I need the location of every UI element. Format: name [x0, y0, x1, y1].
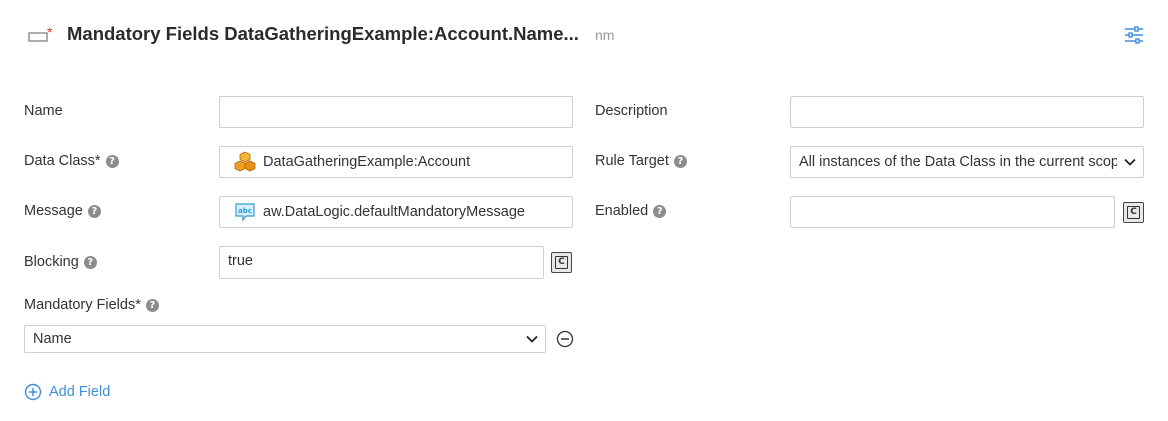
rule-target-label: Rule Target ?	[595, 153, 687, 169]
mandatory-field-select[interactable]: Name	[24, 325, 546, 353]
help-icon[interactable]: ?	[105, 154, 119, 168]
description-input[interactable]	[790, 96, 1144, 128]
blocking-label: Blocking ?	[24, 254, 97, 270]
data-class-cubes-icon	[234, 151, 256, 172]
enabled-input[interactable]	[790, 196, 1115, 228]
data-class-field[interactable]: DataGatheringExample:Account	[219, 146, 573, 178]
expression-icon: C	[555, 256, 568, 269]
add-circle-icon	[24, 383, 42, 401]
expression-icon: C	[1127, 206, 1140, 219]
message-field[interactable]: abc aw.DataLogic.defaultMandatoryMessage	[219, 196, 573, 228]
name-input[interactable]	[219, 96, 573, 128]
blocking-input[interactable]: true	[219, 246, 544, 279]
blocking-expression-button[interactable]: C	[551, 252, 572, 273]
enabled-expression-button[interactable]: C	[1123, 202, 1144, 223]
chevron-down-icon	[1124, 158, 1136, 166]
data-class-label: Data Class* ?	[24, 153, 119, 169]
page-title: Mandatory Fields DataGatheringExample:Ac…	[67, 23, 579, 44]
abc-message-icon: abc	[235, 203, 255, 222]
remove-circle-icon[interactable]	[556, 330, 574, 348]
message-label: Message ?	[24, 203, 101, 219]
help-icon[interactable]: ?	[673, 154, 687, 168]
chevron-down-icon	[526, 335, 538, 343]
rule-target-select[interactable]: All instances of the Data Class in the c…	[790, 146, 1144, 178]
svg-text:*: *	[47, 26, 53, 40]
help-icon[interactable]: ?	[145, 298, 159, 312]
help-icon[interactable]: ?	[87, 204, 101, 218]
name-label: Name	[24, 103, 63, 119]
help-icon[interactable]: ?	[83, 255, 97, 269]
help-icon[interactable]: ?	[653, 204, 667, 218]
mandatory-rule-icon: *	[28, 26, 53, 42]
add-field-button[interactable]: Add Field	[24, 383, 110, 401]
mandatory-fields-label: Mandatory Fields* ?	[24, 297, 159, 313]
page-subtitle: nm	[595, 27, 615, 43]
description-label: Description	[595, 103, 668, 119]
sliders-icon[interactable]	[1122, 24, 1146, 46]
enabled-label: Enabled ?	[595, 203, 667, 219]
svg-text:abc: abc	[238, 207, 252, 215]
